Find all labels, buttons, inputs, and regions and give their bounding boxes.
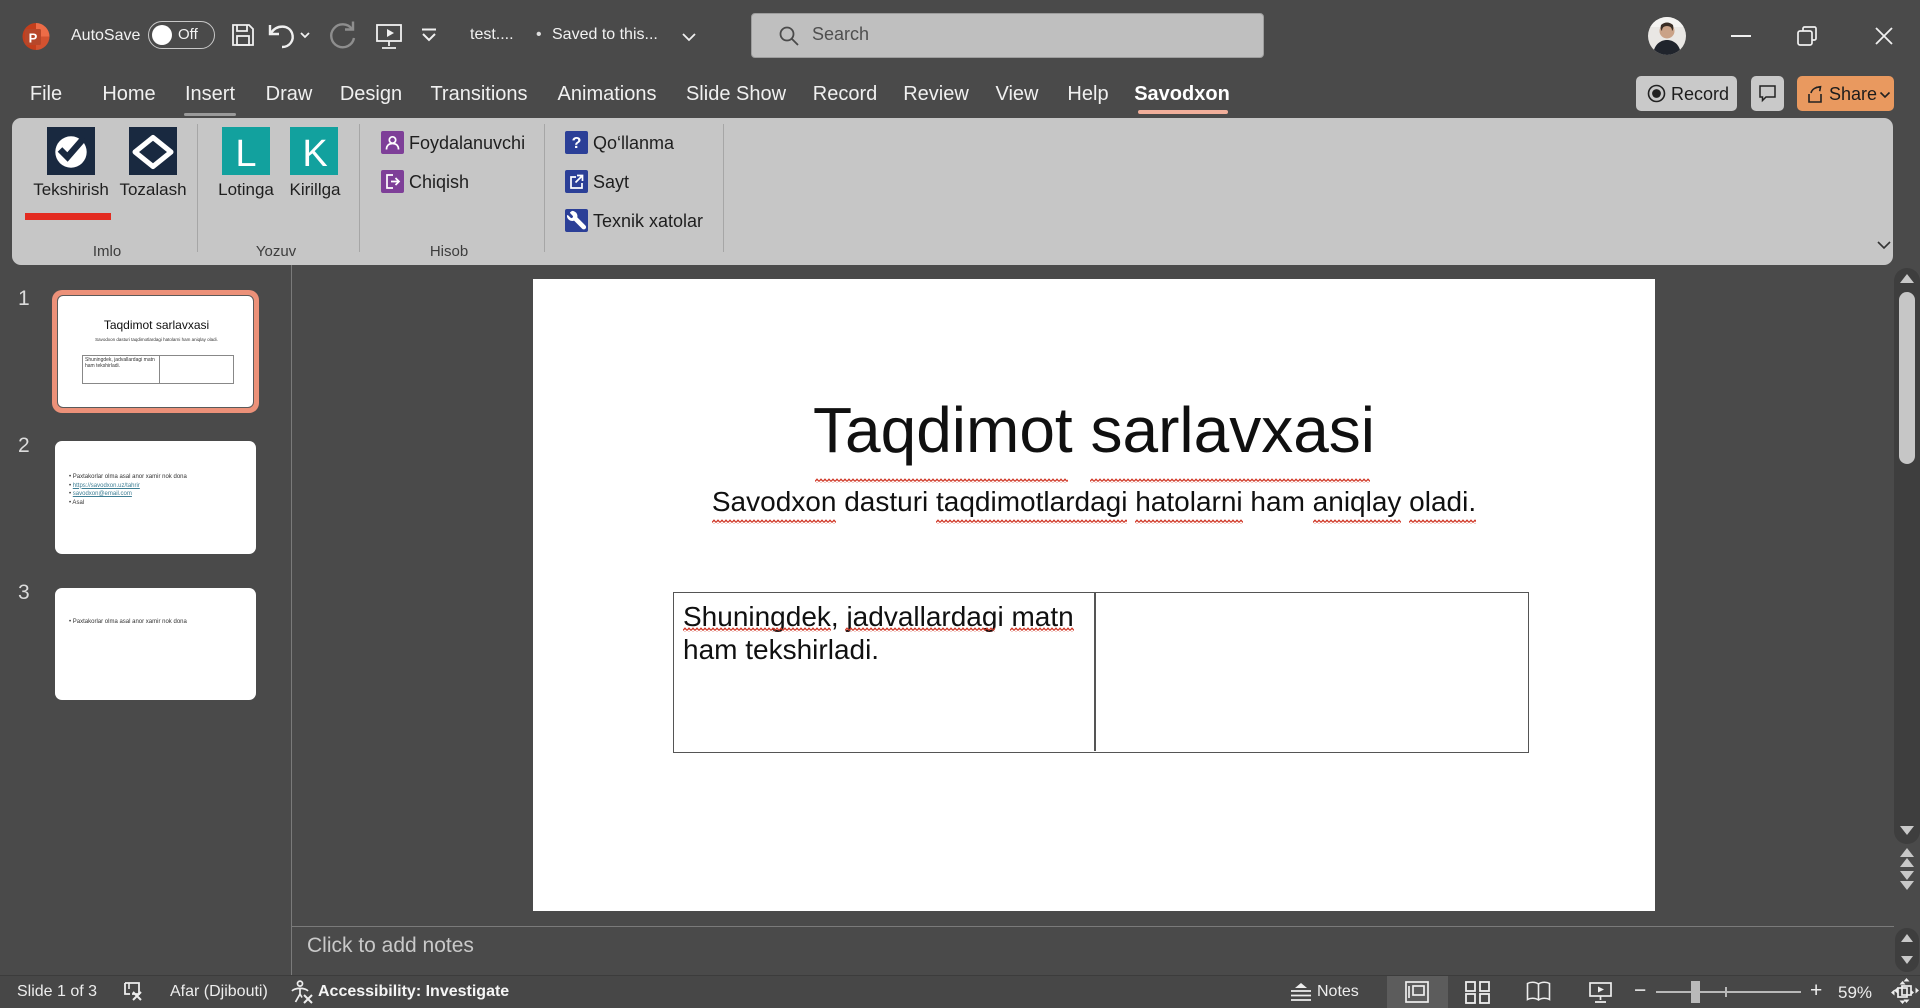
svg-text:P: P (29, 31, 38, 46)
svg-text:L: L (235, 133, 256, 175)
svg-text:K: K (302, 133, 327, 175)
svg-text:?: ? (572, 135, 582, 152)
